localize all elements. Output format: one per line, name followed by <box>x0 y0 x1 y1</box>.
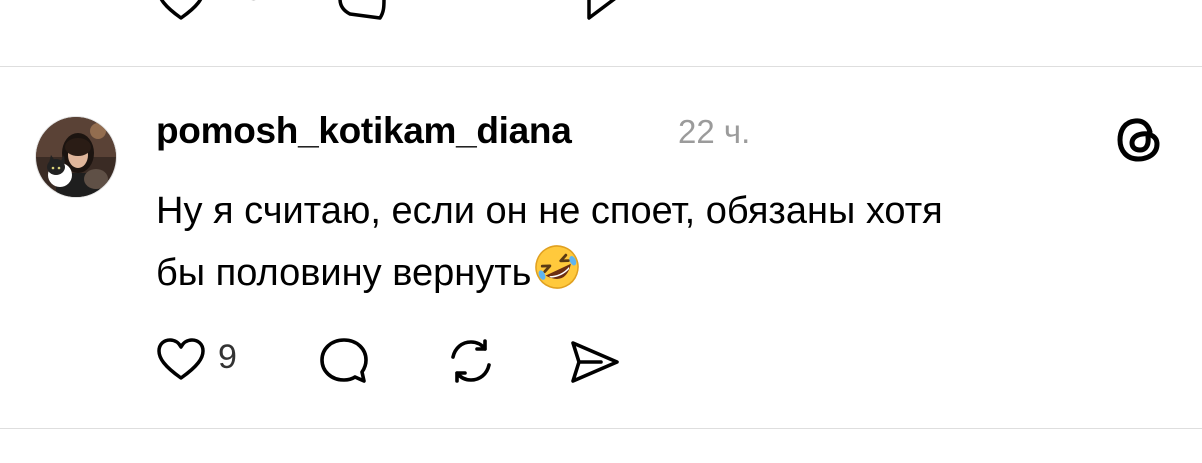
comment-bubble-icon <box>320 338 368 383</box>
post-text-line-2: бы половину вернуть <box>156 242 1156 304</box>
repost-button[interactable] <box>443 335 499 389</box>
reply-button[interactable] <box>318 335 370 389</box>
previous-post-actions: 19 <box>0 0 1202 22</box>
repost-icon <box>451 339 491 383</box>
post-text-line-2-text: бы половину вернуть <box>156 252 532 294</box>
threads-feed: 19 pomosh_kotikam_ <box>0 0 1202 463</box>
post-text: Ну я считаю, если он не споет, обязаны х… <box>156 180 1156 304</box>
repost-icon[interactable] <box>462 0 518 22</box>
comment-bubble-icon[interactable] <box>336 0 388 22</box>
share-button[interactable] <box>567 335 623 389</box>
username-link[interactable]: pomosh_kotikam_diana <box>156 110 572 152</box>
rolling-on-the-floor-laughing-emoji <box>535 245 580 289</box>
divider-top <box>0 66 1202 67</box>
threads-logo-icon[interactable] <box>1113 112 1167 166</box>
heart-icon <box>157 338 205 380</box>
avatar-photo <box>36 117 116 197</box>
post-timestamp[interactable]: 22 ч. <box>678 113 750 151</box>
previous-like-count: 19 <box>226 0 264 9</box>
like-count: 9 <box>218 338 237 376</box>
heart-icon[interactable] <box>156 0 206 22</box>
post-text-line-1: Ну я считаю, если он не споет, обязаны х… <box>156 190 943 232</box>
send-icon <box>571 341 619 383</box>
send-icon[interactable] <box>585 0 641 22</box>
divider-bottom <box>0 428 1202 429</box>
avatar[interactable] <box>35 116 117 198</box>
like-button[interactable]: 9 <box>156 335 246 389</box>
